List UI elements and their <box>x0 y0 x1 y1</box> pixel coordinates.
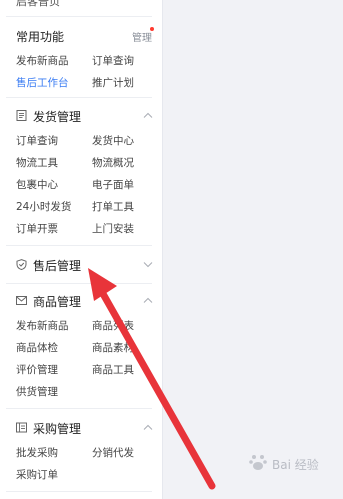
common-functions-title: 常用功能 <box>16 30 65 44</box>
menu-item-package-center[interactable]: 包裹中心 <box>16 177 58 192</box>
chevron-up-icon[interactable] <box>143 424 153 430</box>
menu-item-e-waybill[interactable]: 电子面单 <box>92 177 134 192</box>
menu-item-logistics-overview[interactable]: 物流概况 <box>92 155 134 170</box>
menu-item-dropshipping[interactable]: 分销代发 <box>92 445 134 460</box>
menu-item-promotion-plan[interactable]: 推广计划 <box>92 75 134 90</box>
document-icon <box>16 110 27 121</box>
after-sales-management-title[interactable]: 售后管理 <box>33 257 81 274</box>
menu-item-supply-management[interactable]: 供货管理 <box>16 384 58 399</box>
sidebar: 启客普页 常用功能 管理 发布新商品 订单查询 售后工作台 推广计划 发货管理 … <box>0 0 163 499</box>
menu-item-product-list[interactable]: 商品列表 <box>92 318 134 333</box>
chevron-down-icon[interactable] <box>143 262 153 268</box>
chevron-up-icon[interactable] <box>143 112 153 118</box>
chevron-up-icon[interactable] <box>143 297 153 303</box>
notification-dot <box>150 27 154 31</box>
manage-button[interactable]: 管理 <box>132 29 152 44</box>
divider <box>6 245 152 246</box>
menu-item-order-query-2[interactable]: 订单查询 <box>16 133 58 148</box>
watermark-text: Bai 经验 <box>272 458 319 472</box>
divider <box>6 491 152 492</box>
divider <box>6 283 152 284</box>
menu-item-shipping-center[interactable]: 发货中心 <box>92 133 134 148</box>
menu-item-purchase-orders[interactable]: 采购订单 <box>16 467 58 482</box>
card-icon <box>16 422 27 433</box>
divider <box>6 408 152 409</box>
menu-item-logistics-tools[interactable]: 物流工具 <box>16 155 58 170</box>
menu-item-product-assets[interactable]: 商品素材 <box>92 340 134 355</box>
menu-item-24h-shipping[interactable]: 24小时发货 <box>16 199 71 214</box>
menu-item-publish-product-2[interactable]: 发布新商品 <box>16 318 69 333</box>
shield-check-icon <box>16 259 27 270</box>
purchase-management-title[interactable]: 采购管理 <box>33 420 81 437</box>
menu-item-after-sales-workbench[interactable]: 售后工作台 <box>16 75 69 90</box>
menu-item-publish-product[interactable]: 发布新商品 <box>16 53 69 68</box>
menu-item-print-tool[interactable]: 打单工具 <box>92 199 134 214</box>
menu-item-home-install[interactable]: 上门安装 <box>92 221 134 236</box>
menu-item-product-tools[interactable]: 商品工具 <box>92 362 134 377</box>
menu-item-order-invoice[interactable]: 订单开票 <box>16 221 58 236</box>
menu-item-review-management[interactable]: 评价管理 <box>16 362 58 377</box>
divider <box>6 97 152 98</box>
product-management-title[interactable]: 商品管理 <box>33 293 81 310</box>
paw-logo-icon <box>249 455 267 470</box>
envelope-icon <box>16 296 27 305</box>
menu-item-product-check[interactable]: 商品体检 <box>16 340 58 355</box>
top-cut-text: 启客普页 <box>16 0 60 8</box>
divider <box>6 16 152 17</box>
menu-item-order-query[interactable]: 订单查询 <box>92 53 134 68</box>
shipping-management-title[interactable]: 发货管理 <box>33 108 81 125</box>
menu-item-wholesale-purchase[interactable]: 批发采购 <box>16 445 58 460</box>
